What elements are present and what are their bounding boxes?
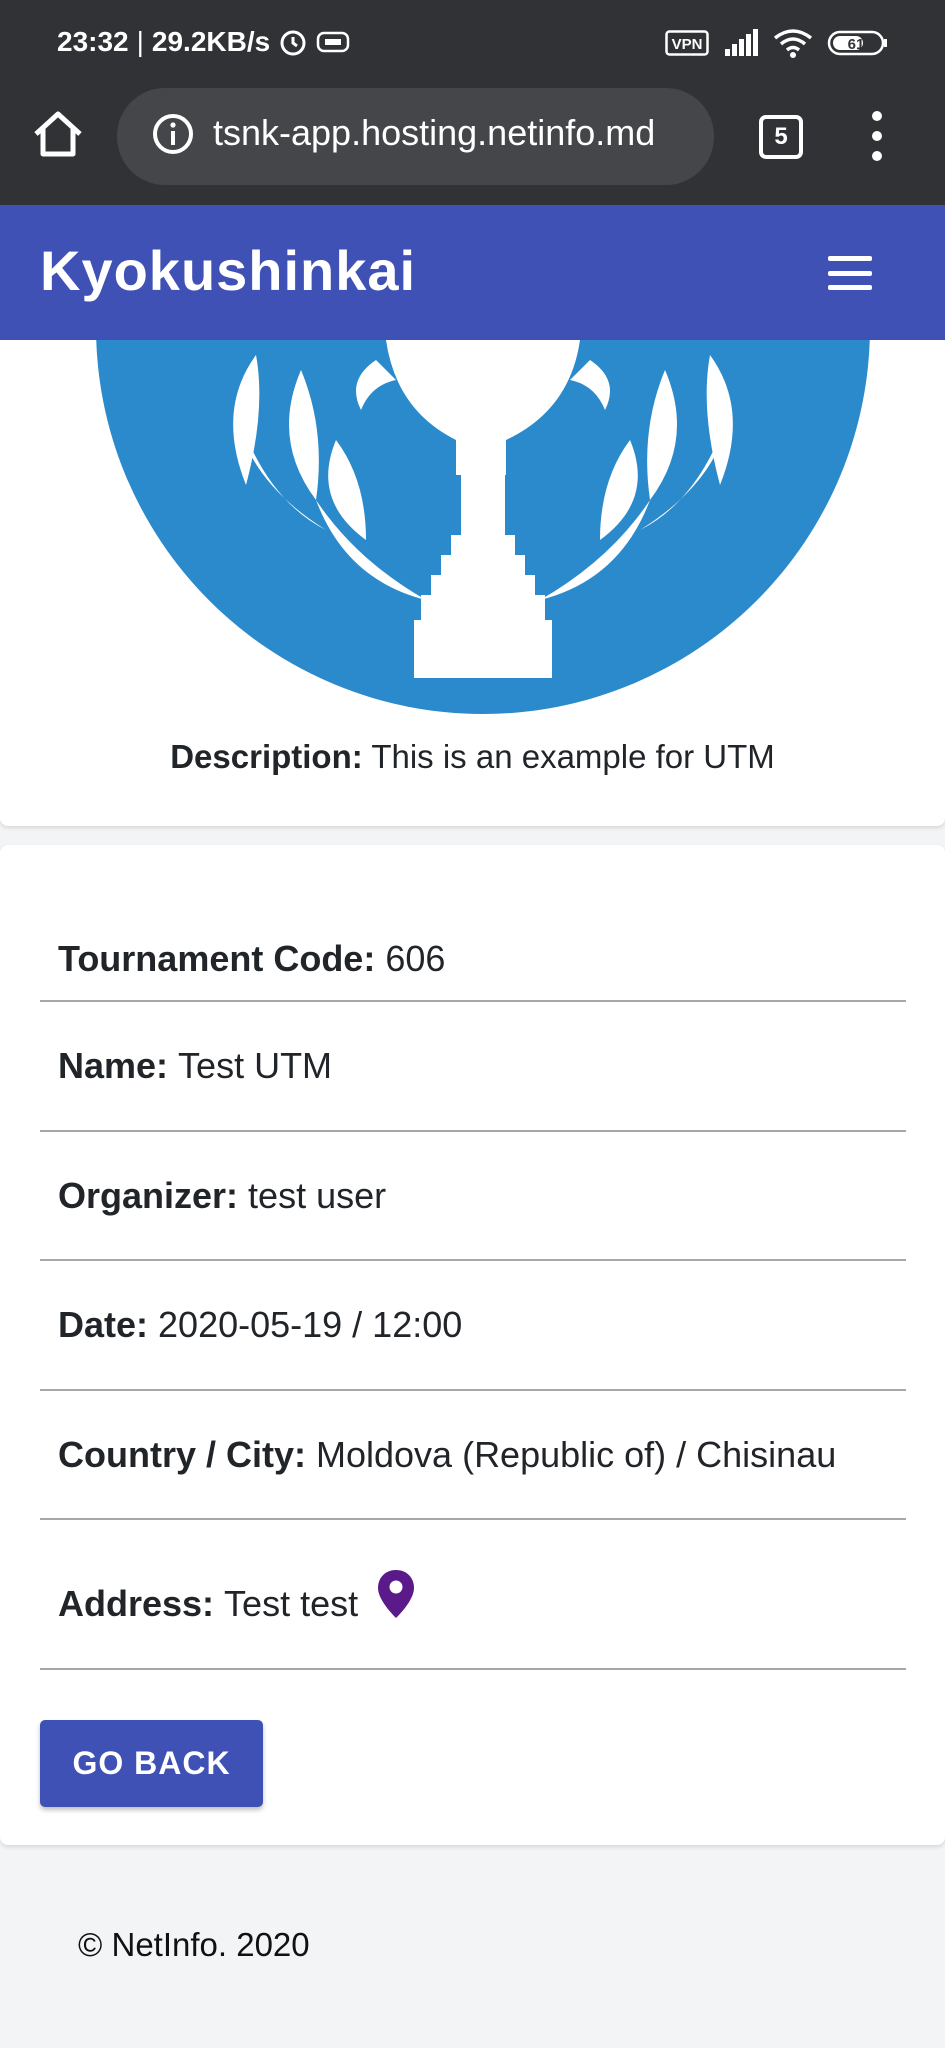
info-icon[interactable] — [151, 112, 195, 156]
detail-label: Address: — [58, 1583, 215, 1624]
tab-count: 5 — [774, 123, 788, 150]
detail-value: Moldova (Republic of) / Chisinau — [316, 1433, 837, 1475]
detail-row-organizer: Organizer: test user — [40, 1132, 906, 1261]
signal-icon — [725, 29, 758, 56]
address-bar[interactable]: tsnk-app.hosting.netinfo.md — [117, 88, 714, 185]
map-pin-icon[interactable] — [376, 1568, 416, 1620]
detail-label: Tournament Code: — [58, 937, 376, 979]
battery-level: 61 — [848, 36, 865, 53]
wifi-icon — [773, 29, 813, 58]
detail-value: 2020-05-19 / 12:00 — [158, 1304, 463, 1345]
detail-value: Test test — [224, 1583, 359, 1624]
alarm-icon — [280, 30, 306, 56]
app-title[interactable]: Kyokushinkai — [40, 238, 416, 303]
tournament-details-card: Tournament Code: 606 Name: Test UTM Orga… — [0, 845, 945, 1845]
detail-row-date: Date: 2020-05-19 / 12:00 — [40, 1261, 906, 1391]
hamburger-menu-icon[interactable] — [828, 256, 872, 290]
hamburger-line — [828, 270, 872, 276]
browser-toolbar: tsnk-app.hosting.netinfo.md 5 — [0, 88, 945, 205]
hamburger-line — [828, 256, 872, 261]
detail-label: Name: — [58, 1045, 169, 1086]
network-speed: 29.2KB/s — [151, 26, 271, 57]
detail-label: Date: — [58, 1304, 149, 1345]
detail-value: Test UTM — [178, 1045, 333, 1086]
url-text[interactable]: tsnk-app.hosting.netinfo.md — [213, 112, 655, 154]
status-right: VPN 61 — [665, 28, 889, 58]
footer-copyright: © NetInfo. 2020 — [78, 1926, 310, 1963]
tournament-logo-card: Description: This is an example for UTM — [0, 340, 945, 826]
more-vert-icon[interactable] — [862, 108, 892, 164]
detail-value: 606 — [385, 937, 446, 979]
detail-label: Organizer: — [58, 1174, 239, 1216]
description: Description: This is an example for UTM — [0, 738, 945, 776]
status-time: 23:32 — [57, 26, 129, 57]
trophy-laurel-logo — [96, 340, 870, 714]
vpn-label: VPN — [672, 36, 703, 53]
hamburger-line — [828, 285, 872, 290]
status-separator: | — [136, 26, 144, 57]
status-bar: 23:32 | 29.2KB/s VPN 61 — [0, 0, 945, 88]
vpn-icon: VPN — [665, 30, 709, 56]
detail-row-tournament-code: Tournament Code: 606 — [40, 917, 906, 1002]
detail-value: test user — [248, 1174, 387, 1216]
detail-row-country-city: Country / City: Moldova (Republic of) / … — [40, 1391, 906, 1520]
status-left: 23:32 | 29.2KB/s — [57, 26, 350, 58]
description-label: Description: — [170, 738, 363, 775]
hd-icon — [316, 31, 350, 53]
detail-row-address: Address: Test test — [40, 1520, 906, 1670]
app-bar: Kyokushinkai — [0, 205, 945, 340]
detail-row-name: Name: Test UTM — [40, 1002, 906, 1132]
detail-label: Country / City: — [58, 1433, 306, 1475]
home-icon[interactable] — [30, 106, 86, 162]
tabs-icon[interactable]: 5 — [759, 115, 803, 159]
go-back-button[interactable]: GO BACK — [40, 1720, 263, 1807]
description-value: This is an example for UTM — [371, 738, 775, 775]
battery-icon: 61 — [827, 30, 887, 56]
